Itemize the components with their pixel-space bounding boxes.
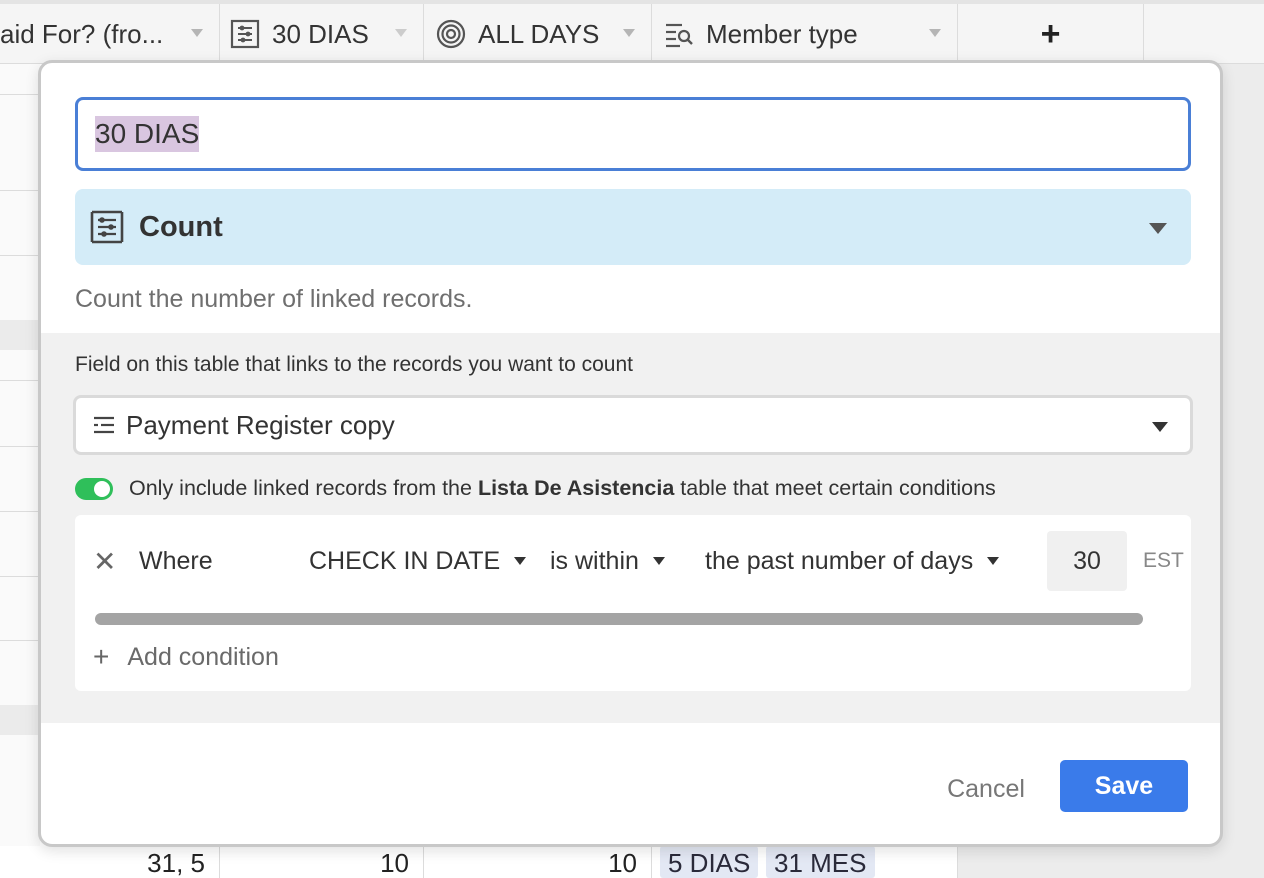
- column-header-paid-for[interactable]: aid For? (fro...: [0, 4, 220, 64]
- add-column-button[interactable]: +: [958, 4, 1144, 64]
- table-cell[interactable]: 10: [220, 846, 424, 878]
- search-lookup-icon: [666, 23, 693, 48]
- member-type-pill: 5 DIAS: [660, 846, 759, 878]
- row-divider: [0, 511, 40, 512]
- count-icon: [230, 19, 260, 49]
- filter-toggle-row: Only include linked records from the Lis…: [75, 476, 996, 501]
- row-group-band: [0, 320, 40, 350]
- grid-header: aid For? (fro... 30 DIAS ALL DAYS Member…: [0, 0, 1264, 64]
- row-divider: [0, 190, 40, 191]
- chevron-down-icon: [652, 557, 665, 565]
- cancel-button[interactable]: Cancel: [931, 763, 1041, 815]
- column-header-label: 30 DIAS: [272, 18, 369, 49]
- chevron-down-icon[interactable]: [929, 29, 941, 37]
- link-field-select[interactable]: Payment Register copy: [73, 395, 1193, 455]
- condition-mode-label: the past number of days: [705, 546, 974, 575]
- row-divider: [0, 255, 40, 256]
- chevron-down-icon: [1152, 422, 1168, 432]
- add-condition-button[interactable]: + Add condition: [93, 639, 279, 675]
- column-header-all-days[interactable]: ALL DAYS: [424, 4, 652, 64]
- count-icon: [90, 210, 124, 244]
- member-type-pill: 31 MES: [766, 846, 875, 878]
- row-divider: [0, 446, 40, 447]
- grid-left-column: [0, 64, 40, 878]
- row-group-band: [0, 705, 40, 735]
- column-header-label: Member type: [706, 18, 858, 49]
- table-cell[interactable]: 5 DIAS 31 MES: [652, 846, 958, 878]
- chevron-down-icon[interactable]: [623, 29, 635, 37]
- save-button[interactable]: Save: [1060, 760, 1188, 812]
- field-name-text: 30 DIAS: [95, 116, 200, 152]
- chevron-down-icon: [1149, 223, 1167, 234]
- row-divider: [0, 94, 40, 95]
- column-header-30-dias[interactable]: 30 DIAS: [220, 4, 424, 64]
- field-options-panel: Field on this table that links to the re…: [41, 333, 1220, 723]
- column-header-member-type[interactable]: Member type: [652, 4, 958, 64]
- condition-row: ✕ Where CHECK IN DATE is within the past…: [75, 531, 1191, 591]
- table-cell[interactable]: 31, 5: [0, 846, 220, 878]
- field-type-select[interactable]: Count: [75, 189, 1191, 265]
- chevron-down-icon[interactable]: [191, 29, 203, 37]
- table-row: 31, 5 10 10 5 DIAS 31 MES: [0, 846, 958, 878]
- row-divider: [0, 380, 40, 381]
- row-divider: [0, 576, 40, 577]
- filter-table-name: Lista De Asistencia: [477, 476, 675, 500]
- add-condition-label: Add condition: [127, 642, 279, 671]
- link-field-icon: [94, 416, 114, 434]
- condition-days-input[interactable]: 30: [1047, 531, 1127, 591]
- conditions-box: ✕ Where CHECK IN DATE is within the past…: [75, 515, 1191, 691]
- horizontal-scrollbar[interactable]: [95, 613, 1143, 625]
- condition-mode-select[interactable]: the past number of days: [705, 531, 1000, 591]
- where-label: Where: [139, 546, 213, 575]
- timezone-label: EST: [1143, 549, 1184, 572]
- rollup-icon: [436, 19, 466, 49]
- plus-icon: +: [1040, 14, 1061, 53]
- plus-icon: +: [93, 641, 110, 672]
- filter-text-prefix: Only include linked records from the: [129, 476, 478, 500]
- condition-operator-select[interactable]: is within: [550, 531, 665, 591]
- link-field-value: Payment Register copy: [126, 409, 395, 440]
- field-type-description: Count the number of linked records.: [75, 285, 473, 313]
- condition-field-label: CHECK IN DATE: [309, 546, 501, 575]
- column-header-label: aid For? (fro...: [0, 18, 164, 49]
- row-divider: [0, 640, 40, 641]
- table-cell[interactable]: 10: [424, 846, 652, 878]
- chevron-down-icon: [987, 557, 1000, 565]
- link-field-label: Field on this table that links to the re…: [75, 353, 633, 376]
- chevron-down-icon[interactable]: [395, 29, 407, 37]
- column-header-label: ALL DAYS: [478, 18, 600, 49]
- remove-condition-close-icon[interactable]: ✕: [93, 531, 116, 591]
- filter-toggle[interactable]: [75, 477, 113, 500]
- condition-operator-label: is within: [550, 546, 639, 575]
- field-type-label: Count: [139, 210, 223, 243]
- field-name-input[interactable]: 30 DIAS: [75, 97, 1191, 171]
- condition-field-select[interactable]: CHECK IN DATE: [309, 531, 527, 591]
- field-config-dialog: 30 DIAS Count Count the number of linked…: [38, 60, 1223, 847]
- filter-text-suffix: table that meet certain conditions: [674, 476, 996, 500]
- chevron-down-icon: [514, 557, 527, 565]
